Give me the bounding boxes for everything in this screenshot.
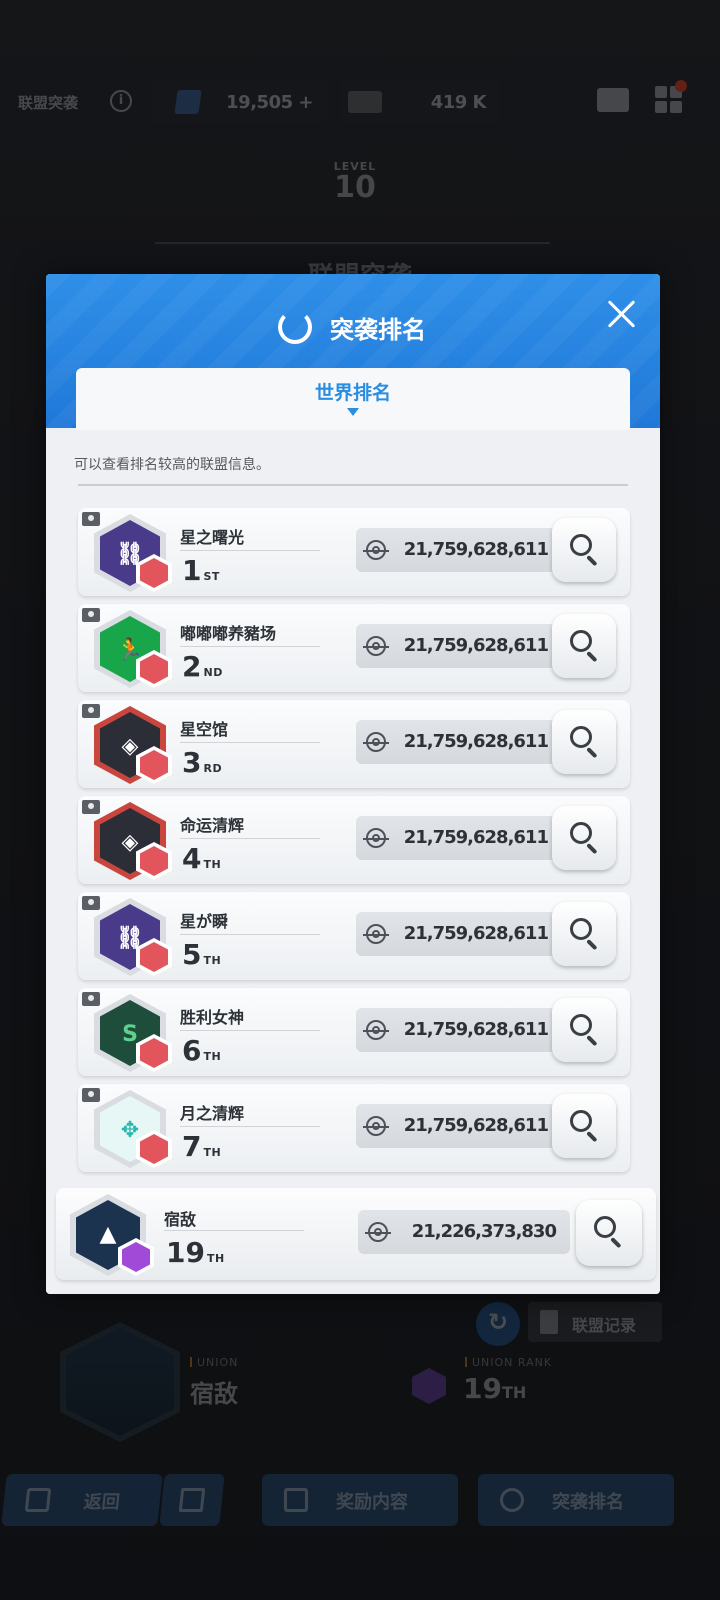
score-box: 21,759,628,611 xyxy=(356,1104,562,1148)
score-value: 21,759,628,611 xyxy=(403,923,549,944)
score-value: 21,226,373,830 xyxy=(411,1221,557,1242)
member-icon xyxy=(82,992,100,1006)
target-icon xyxy=(363,732,389,752)
divider xyxy=(78,484,628,486)
hint-text: 可以查看排名较高的联盟信息。 xyxy=(74,457,270,473)
rank-number: 19 TH xyxy=(166,1236,225,1269)
union-name: 命运清辉 xyxy=(180,816,245,835)
score-box: 21,226,373,830 xyxy=(358,1210,570,1254)
score-value: 21,759,628,611 xyxy=(403,1019,549,1040)
ranking-row[interactable]: ⛓ 星が瞬 5 TH 21,759,628,611 xyxy=(78,892,630,980)
rank-number: 2 ND xyxy=(182,650,223,683)
ranking-list[interactable]: 可以查看排名较高的联盟信息。 ⛓ 星之曙光 1 ST 21,759,628,611… xyxy=(46,428,660,1294)
my-union-row[interactable]: ▲ 宿敌 19 TH 21,226,373,830 xyxy=(56,1188,656,1280)
score-box: 21,759,628,611 xyxy=(356,720,562,764)
modal-header: 突袭排名 世界排名 xyxy=(46,274,660,430)
search-icon xyxy=(570,918,592,940)
member-icon xyxy=(82,704,100,718)
search-icon xyxy=(570,534,592,556)
ranking-row[interactable]: 🏃 嘟嘟嘟养豬场 2 ND 21,759,628,611 xyxy=(78,604,630,692)
close-icon[interactable] xyxy=(604,296,640,332)
search-icon xyxy=(570,1014,592,1036)
view-union-button[interactable] xyxy=(552,998,616,1062)
score-value: 21,759,628,611 xyxy=(403,731,549,752)
ranking-row[interactable]: ◈ 星空馆 3 RD 21,759,628,611 xyxy=(78,700,630,788)
modal-title: 突袭排名 xyxy=(330,316,426,344)
score-value: 21,759,628,611 xyxy=(403,1115,549,1136)
rank-number: 6 TH xyxy=(182,1034,222,1067)
score-value: 21,759,628,611 xyxy=(403,827,549,848)
member-icon xyxy=(82,512,100,526)
view-union-button[interactable] xyxy=(576,1200,642,1266)
score-value: 21,759,628,611 xyxy=(403,539,549,560)
score-box: 21,759,628,611 xyxy=(356,624,562,668)
search-icon xyxy=(570,822,592,844)
score-box: 21,759,628,611 xyxy=(356,528,562,572)
search-icon xyxy=(570,630,592,652)
view-union-button[interactable] xyxy=(552,1094,616,1158)
view-union-button[interactable] xyxy=(552,710,616,774)
rank-number: 7 TH xyxy=(182,1130,222,1163)
ranking-row[interactable]: ✥ 月之清辉 7 TH 21,759,628,611 xyxy=(78,1084,630,1172)
search-icon xyxy=(570,1110,592,1132)
view-union-button[interactable] xyxy=(552,518,616,582)
union-name: 胜利女神 xyxy=(180,1008,245,1027)
rank-number: 4 TH xyxy=(182,842,222,875)
union-name: 月之清辉 xyxy=(180,1104,245,1123)
score-box: 21,759,628,611 xyxy=(356,1008,562,1052)
target-icon xyxy=(363,540,389,560)
score-value: 21,759,628,611 xyxy=(403,635,549,656)
ranking-row[interactable]: ◈ 命运清辉 4 TH 21,759,628,611 xyxy=(78,796,630,884)
target-icon xyxy=(365,1222,391,1242)
member-icon xyxy=(82,608,100,622)
target-icon xyxy=(363,924,389,944)
union-name: 宿敌 xyxy=(164,1210,197,1229)
rank-number: 1 ST xyxy=(182,554,220,587)
search-icon xyxy=(594,1216,616,1238)
union-name: 嘟嘟嘟养豬场 xyxy=(180,624,277,643)
union-name: 星之曙光 xyxy=(180,528,245,547)
view-union-button[interactable] xyxy=(552,614,616,678)
tab-indicator-icon xyxy=(347,408,359,416)
score-box: 21,759,628,611 xyxy=(356,816,562,860)
score-box: 21,759,628,611 xyxy=(356,912,562,956)
search-icon xyxy=(570,726,592,748)
tab-world-ranking[interactable]: 世界排名 xyxy=(76,368,630,430)
view-union-button[interactable] xyxy=(552,806,616,870)
raid-ranking-modal: 突袭排名 世界排名 可以查看排名较高的联盟信息。 ⛓ 星之曙光 1 ST 21,7… xyxy=(46,274,660,1294)
target-icon xyxy=(363,828,389,848)
rank-number: 5 TH xyxy=(182,938,222,971)
ranking-row[interactable]: S 胜利女神 6 TH 21,759,628,611 xyxy=(78,988,630,1076)
target-icon xyxy=(363,1020,389,1040)
ranking-row[interactable]: ⛓ 星之曙光 1 ST 21,759,628,611 xyxy=(78,508,630,596)
union-name: 星が瞬 xyxy=(180,912,229,931)
view-union-button[interactable] xyxy=(552,902,616,966)
target-icon xyxy=(363,636,389,656)
union-name: 星空馆 xyxy=(180,720,229,739)
member-icon xyxy=(82,1088,100,1102)
laurel-icon xyxy=(278,310,312,344)
target-icon xyxy=(363,1116,389,1136)
member-icon xyxy=(82,896,100,910)
member-icon xyxy=(82,800,100,814)
rank-number: 3 RD xyxy=(182,746,223,779)
